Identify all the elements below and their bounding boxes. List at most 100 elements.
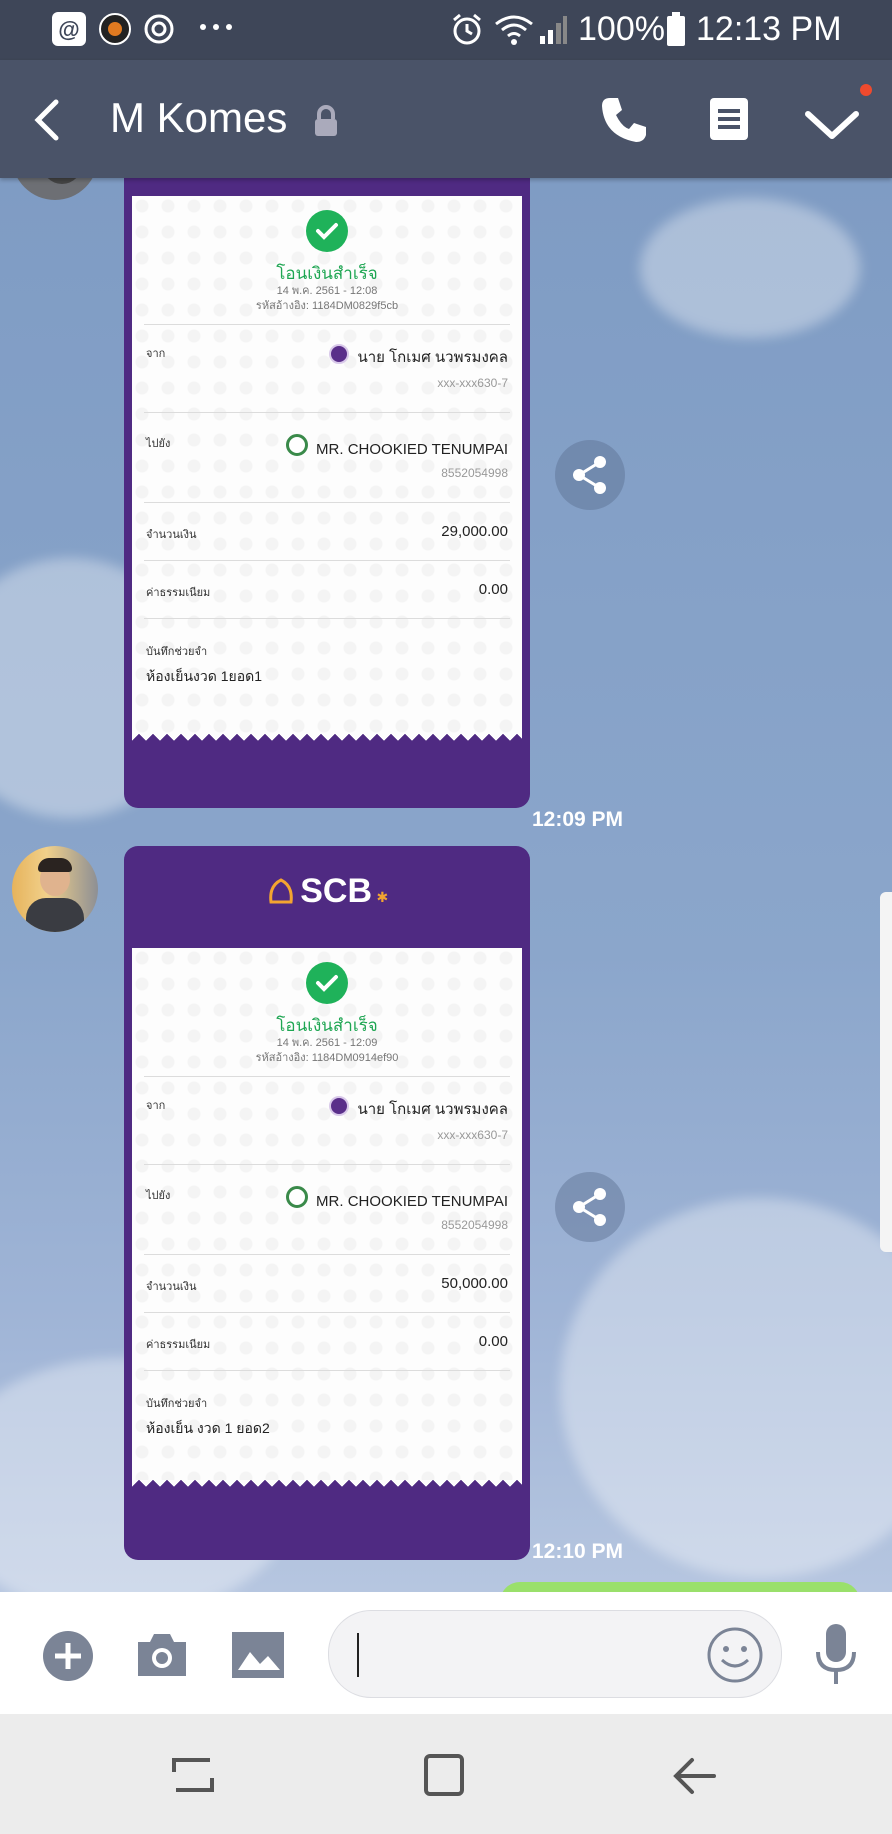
- back-nav-icon[interactable]: [670, 1754, 718, 1798]
- receipt-edge: [132, 734, 522, 746]
- status-bar: @ 100% 12:13 PM: [0, 0, 892, 60]
- sender-avatar[interactable]: [12, 178, 98, 200]
- message-input-bar: [0, 1592, 892, 1714]
- share-icon: [573, 1188, 606, 1226]
- sync-icon: [144, 14, 174, 44]
- to-name-row: MR. CHOOKIED TENUMPAI: [286, 1186, 508, 1210]
- menu-chevron-icon[interactable]: [804, 102, 862, 142]
- cloud-bg: [560, 1198, 892, 1578]
- scb-bank-icon: [329, 344, 350, 364]
- chat-header: M Komes: [0, 60, 892, 178]
- logo-flower-icon: ✱: [376, 889, 389, 905]
- memo-text: ห้องเย็นงวด 1ยอด1: [146, 668, 262, 684]
- from-account: xxx-xxx630-7: [437, 376, 508, 390]
- battery-percent: 100%: [578, 10, 665, 48]
- receipt-edge: [132, 1480, 522, 1492]
- chat-title: M Komes: [110, 94, 288, 141]
- microphone-icon[interactable]: [814, 1622, 858, 1686]
- scb-logo: SCB ✱: [124, 872, 530, 911]
- share-icon: [573, 456, 606, 494]
- reference-code: รหัสอ้างอิง: 1184DM0829f5cb: [255, 300, 399, 312]
- fee-label: ค่าธรรมเนียม: [146, 587, 211, 599]
- emoji-icon[interactable]: [706, 1626, 764, 1684]
- to-name: MR. CHOOKIED TENUMPAI: [316, 1193, 508, 1210]
- fee-value: 0.00: [478, 1333, 508, 1350]
- divider: [144, 618, 510, 619]
- divider: [144, 1254, 510, 1255]
- from-name: นาย โกเมศ นวพรมงคล: [357, 1101, 508, 1118]
- amount-value: 50,000.00: [441, 1275, 508, 1292]
- back-arrow-icon[interactable]: [30, 98, 64, 142]
- divider: [144, 560, 510, 561]
- transfer-datetime: 14 พ.ค. 2561 - 12:08: [276, 285, 378, 297]
- add-icon[interactable]: [42, 1630, 94, 1682]
- text-cursor: [357, 1633, 359, 1677]
- transfer-receipt[interactable]: SCB ✱ โอนเงินสำเร็จ 14 พ.ค. 2561 - 12:09…: [124, 846, 530, 1560]
- divider: [144, 502, 510, 503]
- amount-label: จำนวนเงิน: [146, 1281, 197, 1293]
- amount-value: 29,000.00: [441, 523, 508, 540]
- svg-text:@: @: [58, 17, 79, 42]
- to-label: ไปยัง: [146, 1190, 171, 1202]
- transfer-receipt[interactable]: โอนเงินสำเร็จ 14 พ.ค. 2561 - 12:08 รหัสอ…: [124, 178, 530, 808]
- fee-label: ค่าธรรมเนียม: [146, 1339, 211, 1351]
- at-sign-icon: @: [52, 12, 86, 46]
- receipt-paper: โอนเงินสำเร็จ 14 พ.ค. 2561 - 12:09 รหัสอ…: [132, 948, 522, 1492]
- chat-area[interactable]: โอนเงินสำเร็จ 14 พ.ค. 2561 - 12:08 รหัสอ…: [0, 178, 892, 1592]
- image-gallery-icon[interactable]: [230, 1630, 286, 1680]
- from-name-row: นาย โกเมศ นวพรมงคล: [329, 1096, 508, 1121]
- memo-label: บันทึกช่วยจำ: [146, 646, 208, 658]
- share-button[interactable]: [555, 1172, 625, 1242]
- to-label: ไปยัง: [146, 438, 171, 450]
- fee-value: 0.00: [478, 581, 508, 598]
- to-name: MR. CHOOKIED TENUMPAI: [316, 441, 508, 458]
- divider: [144, 324, 510, 325]
- sender-avatar[interactable]: [12, 846, 98, 932]
- app-notification-icon: [99, 13, 131, 45]
- cloud-bg: [640, 198, 860, 338]
- battery-icon: [667, 12, 685, 46]
- memo-text: ห้องเย็น งวด 1 ยอด2: [146, 1420, 270, 1436]
- kbank-bank-icon: [286, 434, 309, 456]
- from-name-row: นาย โกเมศ นวพรมงคล: [329, 344, 508, 369]
- divider: [144, 1312, 510, 1313]
- divider: [144, 1164, 510, 1165]
- clock: 12:13 PM: [696, 10, 842, 48]
- from-name: นาย โกเมศ นวพรมงคล: [357, 349, 508, 366]
- share-button[interactable]: [555, 440, 625, 510]
- to-account: 8552054998: [441, 1218, 508, 1232]
- success-check-icon: [306, 210, 348, 252]
- transfer-status: โอนเงินสำเร็จ: [276, 264, 378, 283]
- more-notifications-icon: [200, 24, 232, 30]
- to-account: 8552054998: [441, 466, 508, 480]
- outgoing-message-bubble[interactable]: [500, 1582, 860, 1592]
- amount-label: จำนวนเงิน: [146, 529, 197, 541]
- transfer-status: โอนเงินสำเร็จ: [276, 1016, 378, 1035]
- home-icon[interactable]: [422, 1752, 466, 1798]
- message-time: 12:10 PM: [532, 1540, 624, 1563]
- reference-code: รหัสอ้างอิง: 1184DM0914ef90: [255, 1052, 399, 1064]
- receipt-paper: โอนเงินสำเร็จ 14 พ.ค. 2561 - 12:08 รหัสอ…: [132, 196, 522, 746]
- message-time: 12:09 PM: [532, 808, 624, 831]
- from-account: xxx-xxx630-7: [437, 1128, 508, 1142]
- wifi-icon: [495, 15, 533, 45]
- system-nav-bar: [0, 1714, 892, 1834]
- transfer-datetime: 14 พ.ค. 2561 - 12:09: [276, 1037, 378, 1049]
- kbank-bank-icon: [286, 1186, 309, 1208]
- lock-icon: [315, 105, 337, 136]
- divider: [144, 1076, 510, 1077]
- from-label: จาก: [146, 1100, 166, 1112]
- divider: [144, 412, 510, 413]
- phone-call-icon[interactable]: [598, 94, 650, 146]
- scb-bank-icon: [329, 1096, 350, 1116]
- camera-icon[interactable]: [134, 1628, 190, 1680]
- success-check-icon: [306, 962, 348, 1004]
- scb-logo-icon: [269, 878, 293, 904]
- alarm-icon: [453, 13, 481, 45]
- memo-label: บันทึกช่วยจำ: [146, 1398, 208, 1410]
- scrollbar-handle[interactable]: [880, 892, 892, 1252]
- signal-icon: [540, 16, 567, 44]
- recent-apps-icon[interactable]: [170, 1752, 216, 1798]
- to-name-row: MR. CHOOKIED TENUMPAI: [286, 434, 508, 458]
- notes-icon[interactable]: [708, 96, 750, 142]
